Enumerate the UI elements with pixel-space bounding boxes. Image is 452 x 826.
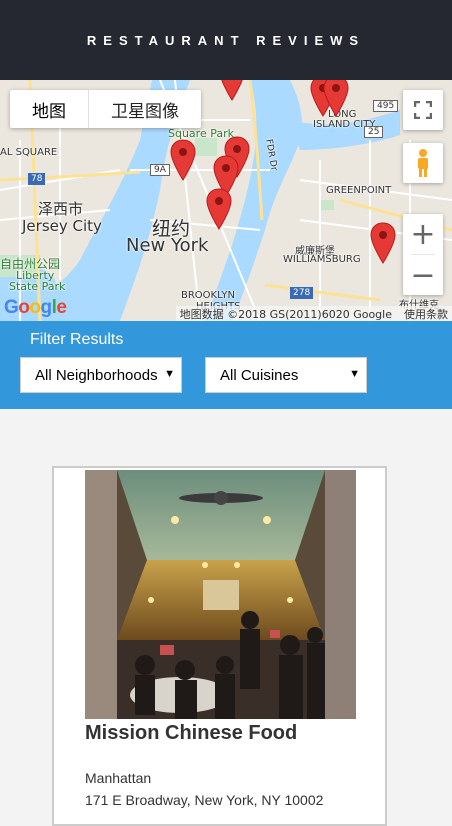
- neighborhoods-select[interactable]: All Neighborhoods ▼: [20, 357, 182, 393]
- filter-section: Filter Results All Neighborhoods ▼ All C…: [0, 321, 452, 409]
- cuisines-select[interactable]: All Cuisines ▼: [205, 357, 367, 393]
- map-marker[interactable]: [323, 80, 349, 117]
- fullscreen-icon: [414, 101, 432, 119]
- site-title[interactable]: RESTAURANT REVIEWS: [87, 33, 365, 48]
- fullscreen-button[interactable]: [403, 90, 443, 130]
- filter-title: Filter Results: [30, 331, 124, 348]
- restaurant-address: 171 E Broadway, New York, NY 10002: [85, 792, 324, 808]
- restaurant-card: Mission Chinese Food Manhattan 171 E Bro…: [52, 466, 387, 826]
- dropdown-arrow-icon: ▼: [345, 368, 360, 380]
- restaurant-neighborhood: Manhattan: [85, 770, 152, 786]
- google-logo[interactable]: Google: [4, 297, 67, 319]
- zoom-out-button[interactable]: −: [403, 255, 443, 295]
- map-marker[interactable]: [170, 139, 196, 181]
- map-type-satellite-button[interactable]: 卫星图像: [89, 90, 201, 128]
- zoom-control: + −: [403, 214, 443, 295]
- map-type-control: 地图 卫星图像: [10, 90, 201, 128]
- cuisines-selected-value: All Cuisines: [220, 366, 299, 384]
- map-marker[interactable]: [219, 80, 245, 101]
- dropdown-arrow-icon: ▼: [160, 368, 175, 380]
- pegman-icon: [418, 149, 428, 177]
- neighborhoods-selected-value: All Neighborhoods: [35, 366, 158, 384]
- map-data-attribution[interactable]: 地图数据 ©2018 GS(2011)6020 Google: [180, 306, 392, 322]
- zoom-in-button[interactable]: +: [403, 214, 443, 254]
- restaurant-image: [85, 470, 356, 719]
- map-attribution: 地图数据 ©2018 GS(2011)6020 Google 使用条款: [175, 306, 452, 322]
- map[interactable]: 泽西市 Jersey City 纽约 New York 自由州公园 Libert…: [0, 80, 452, 321]
- site-header: RESTAURANT REVIEWS: [0, 0, 452, 80]
- map-type-map-button[interactable]: 地图: [10, 90, 89, 128]
- map-terms-link[interactable]: 使用条款: [404, 306, 448, 322]
- street-view-pegman-button[interactable]: [403, 143, 443, 183]
- map-marker[interactable]: [370, 222, 396, 264]
- map-marker[interactable]: [206, 188, 232, 230]
- restaurant-name: Mission Chinese Food: [85, 722, 298, 744]
